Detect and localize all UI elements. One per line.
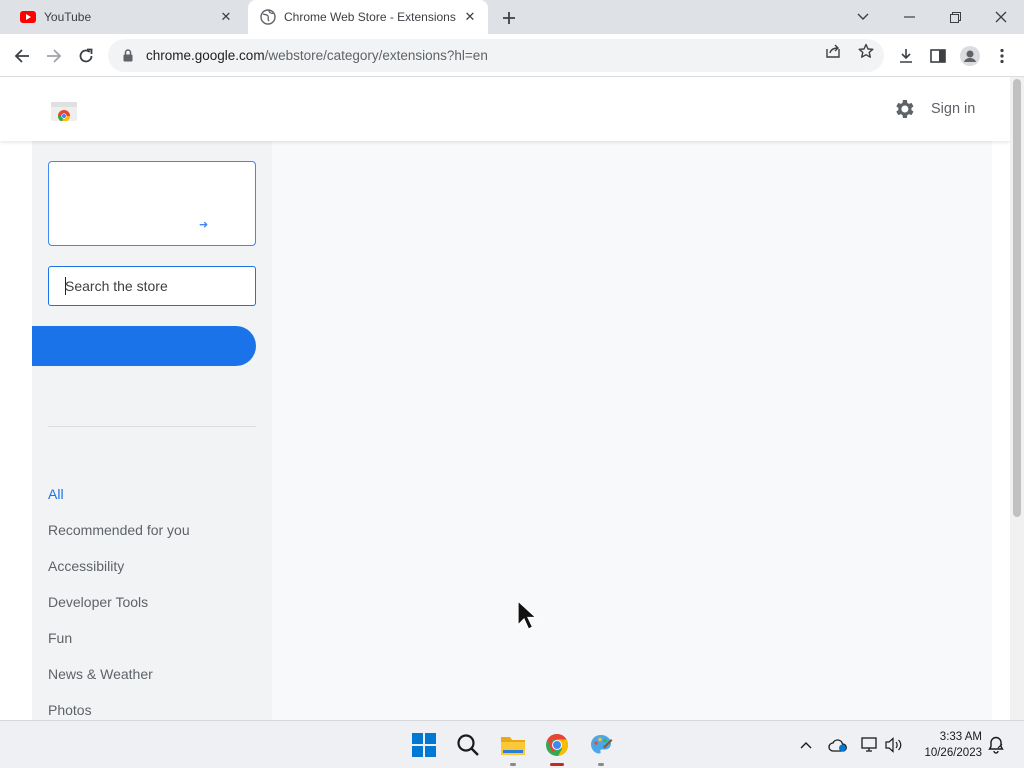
tab-chrome-web-store[interactable]: Chrome Web Store - Extensions ✕ — [248, 0, 488, 34]
url-text[interactable]: chrome.google.com/webstore/category/exte… — [146, 48, 488, 63]
settings-gear-icon[interactable] — [892, 97, 916, 121]
new-tab-button[interactable] — [498, 7, 520, 29]
network-icon[interactable] — [860, 735, 880, 755]
tab-title: Chrome Web Store - Extensions — [284, 10, 456, 24]
bookmark-star-icon[interactable] — [856, 41, 876, 61]
tab-strip: YouTube ✕ Chrome Web Store - Extensions … — [0, 0, 1024, 34]
download-icon[interactable] — [895, 45, 917, 67]
category-photos[interactable]: Photos — [48, 701, 190, 720]
text-cursor — [65, 277, 66, 295]
close-tab-icon[interactable]: ✕ — [460, 7, 480, 27]
paint-app-icon[interactable] — [585, 729, 617, 766]
scrollbar-thumb[interactable] — [1013, 79, 1021, 517]
side-panel-icon[interactable] — [927, 45, 949, 67]
running-indicator — [510, 763, 516, 766]
clock-date: 10/26/2023 — [924, 747, 982, 759]
forward-button[interactable] — [40, 42, 68, 70]
windows-start-icon[interactable] — [408, 729, 440, 761]
category-accessibility[interactable]: Accessibility — [48, 557, 190, 593]
tab-search-icon[interactable] — [840, 0, 886, 34]
url-host: chrome.google.com — [146, 48, 265, 63]
address-bar[interactable]: chrome.google.com/webstore/category/exte… — [108, 39, 884, 72]
sidebar-divider — [48, 426, 256, 427]
reload-button[interactable] — [72, 42, 100, 70]
profile-avatar-icon[interactable] — [959, 45, 981, 67]
back-button[interactable] — [8, 42, 36, 70]
chrome-taskbar-icon[interactable] — [541, 729, 573, 766]
minimize-button[interactable] — [886, 0, 932, 34]
category-all[interactable]: All — [48, 485, 190, 521]
category-developer-tools[interactable]: Developer Tools — [48, 593, 190, 629]
close-window-button[interactable] — [978, 0, 1024, 34]
extensions-nav-button[interactable] — [32, 326, 256, 366]
category-fun[interactable]: Fun — [48, 629, 190, 665]
promo-card[interactable]: ➜ — [48, 161, 256, 246]
globe-icon — [260, 9, 276, 25]
onedrive-cloud-icon[interactable] — [828, 735, 848, 755]
search-input[interactable] — [49, 267, 255, 305]
active-indicator — [550, 763, 564, 766]
clock-time: 3:33 AM — [939, 731, 982, 743]
arrow-right-icon[interactable]: ➜ — [199, 218, 208, 231]
vertical-scrollbar[interactable] — [1010, 77, 1024, 720]
more-menu-icon[interactable] — [991, 45, 1013, 67]
sign-in-link[interactable]: Sign in — [931, 101, 975, 117]
chrome-web-store-logo[interactable] — [50, 99, 78, 122]
notification-bell-icon[interactable] — [986, 735, 1006, 755]
store-header: Sign in — [0, 77, 1010, 141]
url-path: /webstore/category/extensions?hl=en — [264, 48, 488, 63]
search-field[interactable] — [48, 266, 256, 306]
volume-icon[interactable] — [884, 735, 904, 755]
share-icon[interactable] — [823, 41, 843, 61]
lock-icon[interactable] — [120, 49, 136, 62]
restore-button[interactable] — [932, 0, 978, 34]
youtube-icon — [20, 9, 36, 25]
browser-toolbar: chrome.google.com/webstore/category/exte… — [0, 34, 1024, 77]
tab-title: YouTube — [44, 10, 92, 24]
taskbar-clock[interactable]: 3:33 AM 10/26/2023 — [914, 729, 982, 761]
web-page: Sign in ➜ All Recommended for you Access… — [0, 77, 1010, 720]
tab-youtube[interactable]: YouTube ✕ — [8, 0, 244, 34]
main-content-area — [272, 141, 992, 720]
file-explorer-icon[interactable] — [497, 729, 529, 766]
mouse-pointer-icon — [517, 599, 538, 632]
category-news-weather[interactable]: News & Weather — [48, 665, 190, 701]
running-indicator — [598, 763, 604, 766]
category-list: All Recommended for you Accessibility De… — [48, 485, 190, 720]
chevron-up-icon[interactable] — [796, 735, 816, 755]
close-tab-icon[interactable]: ✕ — [216, 7, 236, 27]
category-recommended[interactable]: Recommended for you — [48, 521, 190, 557]
windows-taskbar: 3:33 AM 10/26/2023 — [0, 720, 1024, 768]
search-icon[interactable] — [452, 729, 484, 761]
